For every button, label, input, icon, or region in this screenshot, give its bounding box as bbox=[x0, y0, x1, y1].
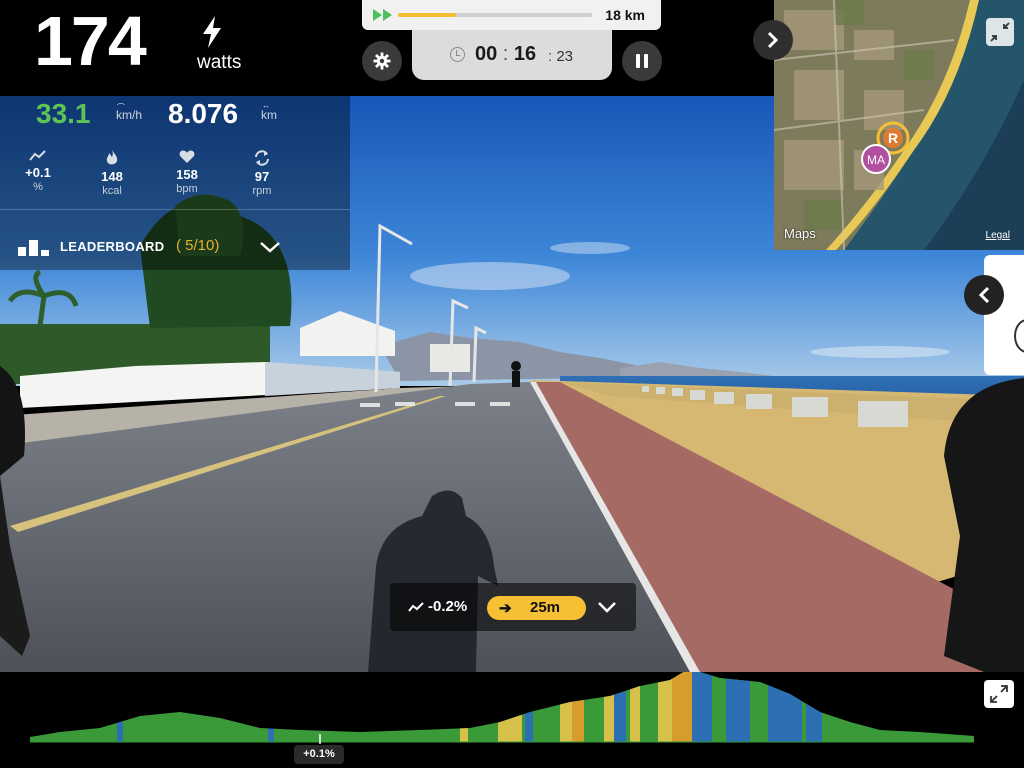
collapse-arrows-icon bbox=[990, 22, 1010, 42]
leaderboard-icon bbox=[18, 240, 49, 256]
settings-button[interactable] bbox=[362, 41, 402, 81]
fast-forward-icon bbox=[373, 9, 392, 21]
route-total-distance: 18 km bbox=[605, 7, 645, 23]
stat-cadence: 97 rpm bbox=[232, 150, 292, 197]
leaderboard-rank: ( 5/10) bbox=[176, 237, 220, 254]
incline-unit: % bbox=[33, 181, 43, 193]
chevron-down-icon bbox=[260, 242, 280, 253]
leaderboard-toggle[interactable]: LEADERBOARD ( 5/10) bbox=[0, 210, 350, 270]
map-toggle-button[interactable] bbox=[753, 20, 793, 60]
current-gradient-value: -0.2% bbox=[428, 598, 468, 615]
map-legal-link[interactable]: Legal bbox=[986, 230, 1010, 241]
leaderboard-total: /10 bbox=[193, 237, 215, 254]
elapsed-time-seconds-group: : 23 bbox=[548, 48, 574, 65]
top-bar: 174 watts 18 km 00 : 16 : 23 bbox=[0, 0, 774, 96]
elapsed-time-seconds: 23 bbox=[556, 48, 574, 65]
cadence-icon bbox=[255, 150, 269, 166]
side-drawer-button[interactable] bbox=[964, 275, 1004, 315]
heart-rate-value: 158 bbox=[176, 167, 198, 182]
chevron-right-icon bbox=[767, 31, 779, 49]
arrow-right-icon: ➔ bbox=[499, 600, 512, 617]
elapsed-time-minutes: 16 bbox=[513, 43, 537, 65]
chevron-down-icon bbox=[598, 602, 616, 613]
cadence-value: 97 bbox=[254, 169, 270, 184]
speed-unit: km/h bbox=[116, 108, 143, 122]
route-progress-bar bbox=[398, 13, 592, 17]
stat-heart-rate: 158 bpm bbox=[157, 150, 217, 195]
map-attribution: Maps bbox=[784, 226, 816, 241]
elapsed-time-hours: 00 bbox=[475, 43, 498, 65]
heart-rate-unit: bpm bbox=[176, 183, 198, 195]
segment-distance: 25m bbox=[530, 599, 561, 616]
route-progress-fill bbox=[398, 13, 457, 17]
svg-text:R: R bbox=[888, 130, 898, 146]
side-drawer-ring-icon bbox=[1014, 319, 1024, 353]
speed-value: 33.1 bbox=[36, 98, 91, 129]
clock-icon bbox=[450, 47, 465, 62]
metrics-panel: 33.1 ⌒ km/h 8.076 ↔ km +0.1 % 148 kcal 1… bbox=[0, 96, 350, 270]
pause-button[interactable] bbox=[622, 41, 662, 81]
current-gradient: -0.2% bbox=[408, 598, 467, 615]
incline-icon bbox=[29, 150, 46, 161]
profile-position-gradient: +0.1% bbox=[294, 745, 344, 764]
stat-calories: 148 kcal bbox=[82, 150, 142, 197]
calories-value: 148 bbox=[101, 169, 123, 184]
stat-incline: +0.1 % bbox=[8, 150, 68, 193]
distance-value: 8.076 bbox=[168, 98, 239, 129]
elevation-profile-chart bbox=[30, 668, 974, 744]
elevation-profile[interactable] bbox=[0, 668, 1024, 768]
incline-value: +0.1 bbox=[25, 165, 51, 180]
map-collapse-button[interactable] bbox=[986, 18, 1014, 46]
lightning-bolt-icon bbox=[203, 16, 221, 48]
incline-icon bbox=[408, 602, 424, 612]
profile-expand-button[interactable] bbox=[984, 680, 1014, 708]
leaderboard-position: 5 bbox=[185, 237, 194, 254]
elapsed-time-panel: 00 : 16 : 23 bbox=[412, 30, 612, 80]
gradient-indicator[interactable]: -0.2% ➔ 25m bbox=[390, 583, 636, 631]
distance-unit: km bbox=[261, 108, 277, 122]
power-unit: watts bbox=[197, 52, 242, 73]
rider-avatar-initials: MA bbox=[867, 153, 885, 167]
heart-icon bbox=[179, 150, 195, 163]
side-drawer bbox=[984, 255, 1024, 375]
leaderboard-label: LEADERBOARD bbox=[60, 239, 165, 254]
power-value: 174 bbox=[34, 2, 147, 80]
gear-icon bbox=[373, 52, 391, 70]
chevron-left-icon bbox=[978, 286, 990, 304]
segment-distance-badge: ➔ 25m bbox=[487, 596, 586, 620]
expand-arrows-icon bbox=[990, 685, 1008, 703]
flame-icon bbox=[106, 150, 118, 165]
calories-unit: kcal bbox=[102, 185, 122, 197]
cadence-unit: rpm bbox=[252, 185, 272, 197]
pause-icon bbox=[636, 54, 640, 68]
route-progress-panel: 18 km bbox=[362, 0, 661, 30]
elapsed-time: 00 : 16 bbox=[475, 43, 537, 65]
